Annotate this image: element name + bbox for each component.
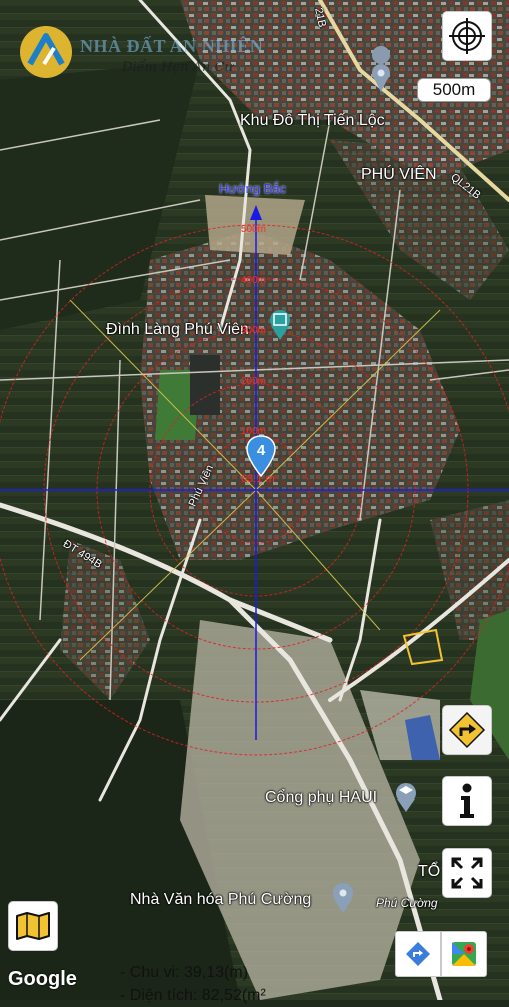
map-layers-button[interactable] xyxy=(8,901,58,951)
place-label-tien-loc: Khu Đô Thị Tiến Lộc xyxy=(240,112,385,129)
ring-label-500: 500m xyxy=(241,224,267,235)
measurement-info: - Chu vi: 39,13(m) - Diện tích: 82,52(m² xyxy=(120,961,266,1007)
map-layers-icon xyxy=(16,912,50,940)
brand-name: NHÀ ĐẤT AN NHIÊN xyxy=(80,36,264,56)
navigation-diamond-icon xyxy=(406,942,430,966)
google-maps-icon xyxy=(452,942,476,966)
brand-logo: NHÀ ĐẤT AN NHIÊN Điểm Hẹn An Cư xyxy=(18,24,263,84)
place-label-phu-cuong: Phú Cường xyxy=(376,896,438,910)
north-direction-label: Hướng Bắc xyxy=(219,181,287,196)
perimeter-text: - Chu vi: 39,13(m) xyxy=(120,964,249,981)
brand-slogan: Điểm Hẹn An Cư xyxy=(122,60,233,75)
place-label-phu-vien: PHÚ VIÊN xyxy=(361,166,437,183)
marker-number: 4 xyxy=(257,442,266,459)
directions-button[interactable] xyxy=(442,705,492,755)
crosshair-target-icon xyxy=(449,18,485,54)
locate-target-button[interactable] xyxy=(442,11,492,61)
ring-label-300: 300m xyxy=(241,325,267,336)
brand-logo-icon xyxy=(20,26,72,78)
place-label-nha-van-hoa[interactable]: Nhà Văn hóa Phú Cường xyxy=(130,891,311,909)
navigation-button[interactable] xyxy=(395,931,441,977)
ring-label-200: 200m xyxy=(241,376,267,387)
marker-pin-icon: 4 xyxy=(246,435,276,478)
info-button[interactable] xyxy=(442,776,492,826)
ring-label-400: 400m xyxy=(241,275,267,286)
place-label-to: TỔ xyxy=(418,863,441,880)
google-attribution: Google xyxy=(8,968,77,990)
scale-indicator: 500m xyxy=(417,78,491,102)
fullscreen-icon xyxy=(451,857,483,889)
location-marker[interactable]: 4 xyxy=(244,434,278,478)
place-label-cong-phu[interactable]: Cổng phụ HAUI xyxy=(265,789,377,807)
area-text: - Diện tích: 82,52(m² xyxy=(120,987,266,1004)
turn-right-directions-icon xyxy=(448,711,486,749)
fullscreen-button[interactable] xyxy=(442,848,492,898)
google-maps-button[interactable] xyxy=(441,931,487,977)
satellite-map[interactable] xyxy=(0,0,509,1000)
place-label-dinh-lang[interactable]: Đình Làng Phú Viên xyxy=(106,321,249,339)
info-icon xyxy=(460,783,474,818)
